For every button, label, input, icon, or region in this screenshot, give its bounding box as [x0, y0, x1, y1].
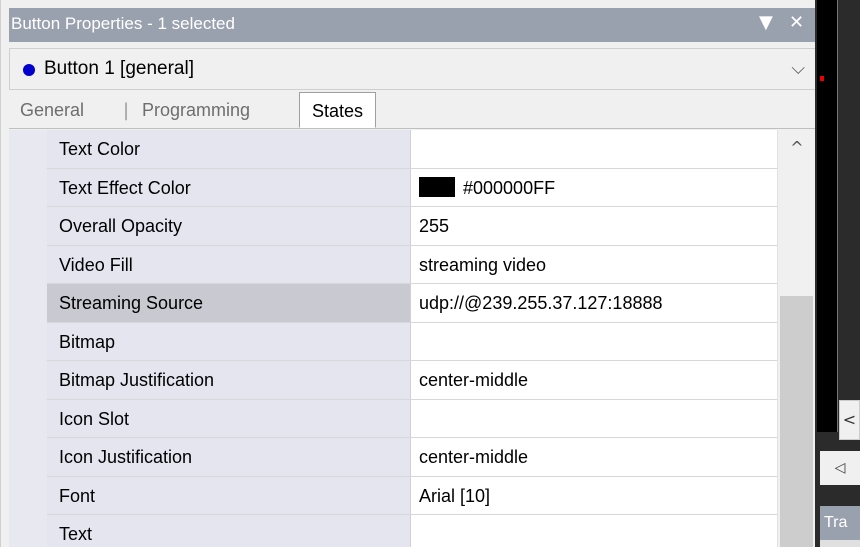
property-name: Icon Justification [47, 438, 411, 476]
property-name: Bitmap Justification [47, 361, 411, 399]
close-icon[interactable]: ✕ [789, 12, 804, 33]
property-grid: Text Color Text Effect Color #000000FF Over… [9, 130, 777, 547]
property-value[interactable] [411, 130, 777, 168]
selected-object-label: Button 1 [general] [44, 58, 194, 79]
tab-bar: General | Programming States [9, 92, 816, 129]
property-value[interactable]: 255 [411, 207, 777, 245]
property-row[interactable]: Text Effect Color #000000FF [47, 168, 777, 207]
scroll-up-arrow-icon[interactable]: ^ [778, 138, 816, 157]
tab-states[interactable]: States [299, 92, 377, 128]
property-value-text: Arial [10] [419, 485, 491, 506]
property-value[interactable]: streaming video [411, 246, 777, 284]
property-value[interactable]: center-middle [411, 361, 777, 399]
property-value[interactable] [411, 323, 777, 361]
side-panel-tab[interactable]: Tra [820, 506, 860, 540]
button-color-dot-icon [23, 64, 35, 76]
arrow-left-icon[interactable]: ◁ [820, 451, 860, 485]
chevron-down-icon[interactable]: ⌵ [791, 58, 805, 79]
property-row[interactable]: Icon Justification center-middle [47, 438, 777, 477]
property-name: Overall Opacity [47, 207, 411, 245]
tab-general[interactable]: General [20, 100, 84, 121]
property-name: Text [47, 515, 411, 547]
side-panel: < ◁ Tra [815, 0, 860, 547]
property-name: Video Fill [47, 245, 411, 283]
property-name: Font [47, 476, 411, 514]
color-swatch[interactable] [419, 176, 455, 197]
property-name: Text Effect Color [47, 168, 411, 206]
property-name: Text Color [47, 130, 411, 168]
panel-title-bar: Button Properties - 1 selected ▼ ✕ [9, 8, 816, 42]
button-properties-panel: Button Properties - 1 selected ▼ ✕ Butto… [0, 0, 816, 547]
property-row[interactable]: Video Fill streaming video [47, 245, 777, 284]
property-value-text: #000000FF [463, 177, 556, 198]
property-value-text: streaming video [419, 254, 547, 275]
property-row[interactable]: Bitmap Justification center-middle [47, 361, 777, 400]
property-value-text: center-middle [419, 447, 529, 467]
property-row[interactable]: Bitmap [47, 322, 777, 361]
collapse-left-button[interactable]: < [839, 400, 860, 440]
side-panel-bottom [820, 540, 860, 547]
preview-strip [817, 0, 838, 432]
dropdown-arrow-icon[interactable]: ▼ [759, 12, 773, 33]
object-selector-dropdown[interactable]: Button 1 [general] ⌵ [9, 48, 816, 90]
panel-title: Button Properties - 1 selected [11, 14, 235, 33]
red-marker [820, 76, 824, 81]
property-row[interactable]: Text [47, 515, 777, 547]
property-row[interactable]: Streaming Source udp://@239.255.37.127:18… [47, 284, 777, 323]
property-value[interactable]: udp://@239.255.37.127:18888 [411, 284, 777, 322]
tab-separator: | [123, 100, 130, 121]
property-row[interactable]: Overall Opacity 255 [47, 207, 777, 246]
property-value[interactable]: Arial [10] [411, 477, 777, 515]
property-name: Streaming Source [47, 284, 411, 322]
tab-programming[interactable]: Programming [142, 100, 250, 121]
property-value-text: 255 [419, 216, 450, 236]
property-value-text: center-middle [419, 370, 529, 390]
property-name: Bitmap [47, 322, 411, 360]
property-row[interactable]: Icon Slot [47, 399, 777, 438]
grid-gutter [9, 130, 47, 547]
property-value-text: udp://@239.255.37.127:18888 [419, 293, 663, 313]
property-value[interactable] [411, 515, 777, 547]
property-value[interactable] [411, 400, 777, 438]
scrollbar-thumb[interactable] [780, 296, 813, 547]
property-row[interactable]: Font Arial [10] [47, 476, 777, 515]
property-value[interactable]: #000000FF [411, 169, 777, 207]
property-value[interactable]: center-middle [411, 438, 777, 476]
vertical-scrollbar[interactable]: ^ [777, 130, 816, 547]
property-row[interactable]: Text Color [47, 130, 777, 169]
property-name: Icon Slot [47, 399, 411, 437]
